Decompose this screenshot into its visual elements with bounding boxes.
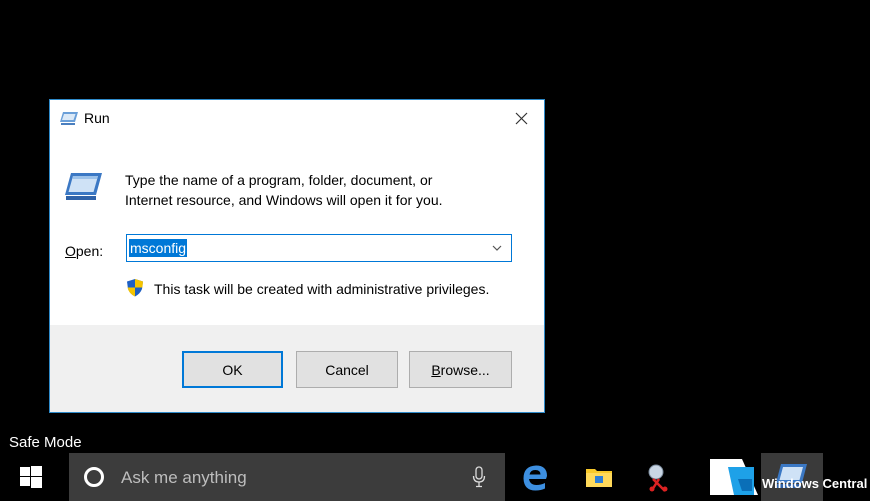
run-icon	[60, 112, 78, 125]
taskbar-search-box[interactable]: Ask me anything	[69, 453, 505, 501]
browse-button[interactable]: Browse...	[409, 351, 512, 388]
open-input-value: msconfig	[129, 239, 188, 257]
admin-privileges-note: This task will be created with administr…	[154, 281, 490, 297]
run-large-icon	[65, 173, 102, 200]
microphone-icon[interactable]	[472, 466, 486, 488]
dialog-button-bar: OK Cancel Browse...	[50, 325, 544, 412]
cancel-button[interactable]: Cancel	[296, 351, 398, 388]
search-placeholder: Ask me anything	[121, 468, 247, 487]
cortana-icon	[84, 467, 104, 487]
dialog-description: Type the name of a program, folder, docu…	[125, 170, 525, 210]
open-combobox[interactable]: msconfig	[126, 234, 512, 262]
edge-browser-icon[interactable]	[519, 461, 551, 493]
title-bar[interactable]: Run	[50, 100, 544, 136]
browse-accelerator: B	[431, 361, 441, 378]
paint-icon[interactable]	[708, 457, 760, 497]
description-line-1: Type the name of a program, folder, docu…	[125, 172, 433, 188]
open-label: Open:	[65, 243, 103, 259]
snipping-tool-icon[interactable]	[645, 461, 677, 493]
file-explorer-icon[interactable]	[583, 461, 615, 493]
open-label-accelerator: O	[65, 243, 76, 259]
safe-mode-label: Safe Mode	[9, 434, 82, 451]
uac-shield-icon	[127, 279, 143, 297]
open-label-text: pen:	[75, 243, 104, 259]
watermark: Windows Central	[762, 476, 868, 491]
windows-start-icon[interactable]	[20, 466, 42, 488]
open-input[interactable]: msconfig	[127, 235, 482, 261]
browse-label-text: rowse...	[440, 361, 490, 378]
description-line-2: Internet resource, and Windows will open…	[125, 192, 443, 208]
taskbar: Ask me anything Windows Central	[0, 453, 870, 501]
chevron-down-icon	[492, 245, 502, 251]
ok-button[interactable]: OK	[182, 351, 283, 388]
close-button[interactable]	[498, 100, 544, 136]
dialog-title: Run	[84, 110, 110, 126]
combobox-dropdown-button[interactable]	[485, 235, 509, 261]
run-dialog: Run Type the name of a program, folder, …	[49, 99, 545, 413]
close-icon	[515, 112, 527, 124]
